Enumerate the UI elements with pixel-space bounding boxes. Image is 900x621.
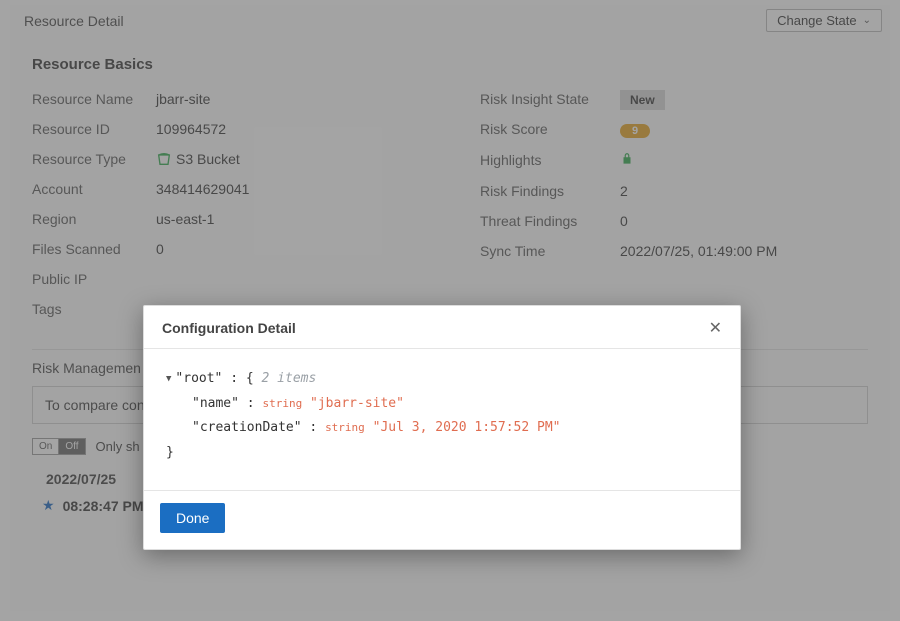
json-item-count: 2 items bbox=[262, 371, 317, 386]
json-viewer: ▼"root" : { 2 items "name" : string "jba… bbox=[144, 349, 740, 491]
collapse-icon[interactable]: ▼ bbox=[166, 371, 171, 388]
json-key-creationdate: "creationDate" bbox=[192, 420, 302, 435]
json-value-name: "jbarr-site" bbox=[310, 396, 404, 411]
done-button[interactable]: Done bbox=[160, 503, 225, 533]
json-value-creationdate: "Jul 3, 2020 1:57:52 PM" bbox=[373, 420, 561, 435]
close-icon[interactable]: ✕ bbox=[709, 318, 722, 338]
configuration-detail-modal: Configuration Detail ✕ ▼"root" : { 2 ite… bbox=[143, 305, 741, 550]
json-key-name: "name" bbox=[192, 396, 239, 411]
json-type-creationdate: string bbox=[325, 421, 365, 434]
json-type-name: string bbox=[262, 397, 302, 410]
modal-title: Configuration Detail bbox=[162, 320, 296, 336]
json-key-root: "root" bbox=[175, 371, 222, 386]
